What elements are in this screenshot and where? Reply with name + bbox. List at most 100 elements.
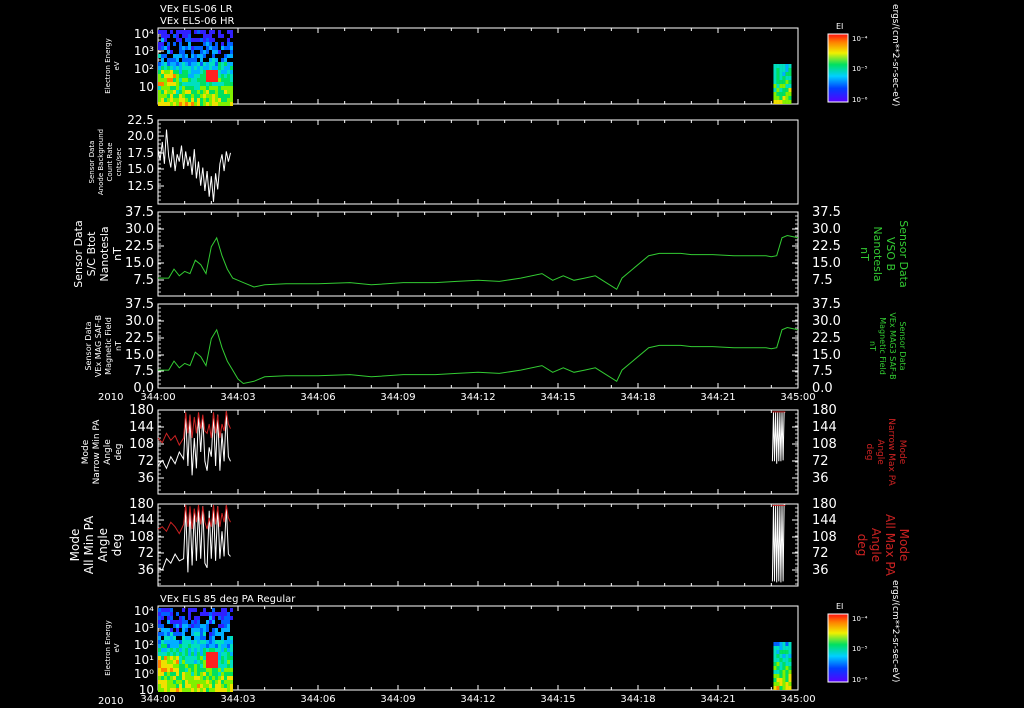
y-axis-label: Mode [81,439,91,464]
y-tick-label-right: 22.5 [812,239,841,254]
y-axis-label: eV [113,61,121,70]
y-tick-label: 15.0 [127,162,154,176]
y-tick-label: 108 [129,530,154,545]
panel-narrow-pa: 180 180144 144108 10872 7236 36Mode Narrow Min… [81,403,907,495]
y-tick-label: 36 [137,471,154,486]
colorbar-2-title: EI [836,602,843,611]
y-axis-label: Sensor Data [84,321,93,370]
y-tick-label: 17.5 [127,146,154,160]
x-tick-label: 344:18 [620,392,655,403]
y-tick-label: 10² [134,638,154,652]
colorbar-1-unit: ergs/(cm**2-sr-sec-eV) [890,4,900,106]
panel-sc-btot: 37.5 37.5 30.0 30.0 22.5 22.5 15.0 15.0 7.5 7.5 Se… [72,205,910,297]
y-tick-label: 22.5 [125,239,154,254]
y-tick-label: 72 [137,454,154,469]
right-axis-label: Nanotesla [871,226,884,281]
y-tick-label: 10⁴ [134,604,154,618]
y-tick-label: 72 [137,546,154,561]
colorbar-1-tick-0: 10⁻⁴ [852,35,868,43]
y-axis-label: All Min PA [82,515,96,574]
y-tick-label: 10³ [134,44,154,58]
colorbar-2-tick-1: 10⁻⁵ [852,645,868,653]
y-tick-label-right: 7.5 [812,364,833,379]
panel-frame [157,503,799,587]
right-axis-label: deg [864,444,874,461]
y-axis-label: deg [110,534,124,557]
y-axis-label: Narrow Min PA [92,419,102,485]
colorbar-2: EI 10⁻⁴ 10⁻⁵ 10⁻⁶ ergs/(cm**2-sr-sec-eV) [827,580,900,684]
y-axis-label: Nanotesla [98,226,111,281]
colorbar-1-tick-1: 10⁻⁵ [852,65,868,73]
colorbar-2-unit: ergs/(cm**2-sr-sec-eV) [890,580,900,682]
colorbar-1-title: EI [836,22,843,31]
panel-electron-energy-2: 10⁴10³10²10¹10⁰10Electron Energy eV344:00… [104,604,816,705]
right-axis-label: nT [868,341,877,351]
y-tick-label: 10¹ [134,653,154,667]
x-tick-label: 344:00 [140,694,175,705]
y-tick-label: 10⁰ [134,667,154,681]
y-tick-label: 37.5 [125,205,154,220]
right-axis-label: Narrow Max PA [886,418,896,486]
panel-electron-energy-1: 10⁴ 10³ 10² 10 Electron Energy eV [104,27,799,106]
y-tick-label: 37.5 [125,297,154,312]
y-tick-label: 20.0 [127,129,154,143]
y-tick-label-right: 15.0 [812,348,841,363]
x-tick-label: 344:09 [380,694,415,705]
y-tick-label: 15.0 [125,348,154,363]
y-tick-label-right: 180 [812,497,837,512]
colorbar-2-tick-0: 10⁻⁴ [852,615,868,623]
x-tick-label: 344:09 [380,392,415,403]
x-tick-label: 344:12 [460,392,495,403]
y-tick-label-right: 36 [812,471,829,486]
y-tick-label-right: 108 [812,530,837,545]
y-tick-label-right: 37.5 [812,205,841,220]
heatmap-block [773,64,792,104]
y-tick-label: 22.5 [127,113,154,127]
y-tick-label: 108 [129,437,154,452]
y-axis-label: nT [111,247,124,261]
y-tick-label-right: 180 [812,403,837,418]
year-label-mid: 2010 [98,392,123,403]
right-axis-label: Sensor Data [897,220,910,287]
y-axis-label: deg [114,444,124,461]
x-tick-label: 344:15 [540,392,575,403]
colorbar-2-tick-2: 10⁻⁶ [852,676,868,684]
y-tick-label-right: 30.0 [812,314,841,329]
right-axis-label: VEx MAG3 SAF-B [888,312,897,379]
y-axis-label: Electron Energy [104,38,112,93]
colorbar-1: EI 10⁻⁴ 10⁻⁵ 10⁻⁶ ergs/(cm**2-sr-sec-eV) [827,4,900,106]
series-line [158,326,799,385]
panel7-title: VEx ELS 85 deg PA Regular [160,594,296,605]
panel-all-pa: 180 180144 144108 10872 7236 36Mode All Min PA… [68,497,911,587]
x-tick-label: 344:12 [460,694,495,705]
right-axis-label: Angle [869,528,883,562]
panel-frame [157,119,799,205]
y-axis-label: cnts/sec [115,147,123,176]
panel-frame [157,27,799,105]
y-tick-label: 10³ [134,621,154,635]
right-axis-label: Sensor Data [898,321,907,370]
y-axis-label: Sensor Data [72,220,85,287]
y-axis-label: Angle [96,528,110,562]
series-line [157,506,231,573]
heatmap-block [773,642,792,690]
y-tick-label: 10⁴ [134,27,154,41]
panel-anode-background: 22.5 20.0 17.5 15.0 12.5 Sensor Data Anode Bac… [88,113,799,205]
series-line [158,234,799,291]
right-axis-label: Magnetic Field [878,317,887,375]
y-tick-label: 22.5 [125,331,154,346]
y-tick-label-right: 22.5 [812,331,841,346]
y-tick-label-right: 36 [812,563,829,578]
x-tick-label: 345:00 [780,392,815,403]
y-tick-label: 10² [134,62,154,76]
y-tick-label: 30.0 [125,314,154,329]
x-tick-label: 344:03 [220,392,255,403]
y-tick-label-right: 108 [812,437,837,452]
y-axis-label: Anode Background [97,129,105,195]
right-axis-label: deg [855,534,869,557]
x-tick-label: 344:06 [300,694,335,705]
y-tick-label-right: 72 [812,454,829,469]
right-axis-label: nT [858,247,871,261]
x-tick-label: 344:21 [700,694,735,705]
right-axis-label: Mode [897,529,911,562]
